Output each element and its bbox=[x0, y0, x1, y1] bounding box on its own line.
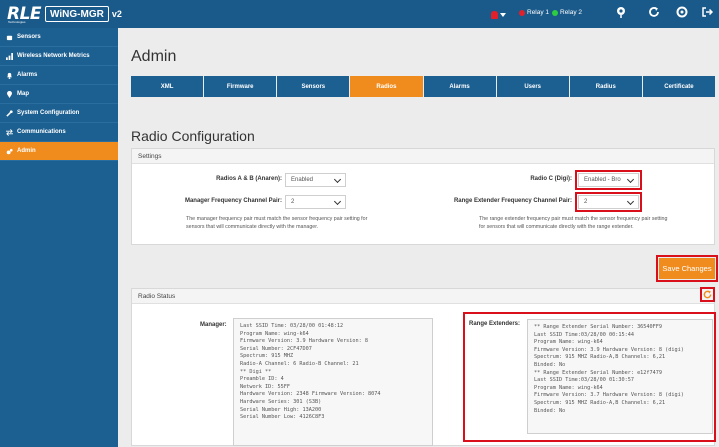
range-extenders-status-text: ** Range Extender Serial Number: 36540FF… bbox=[527, 319, 713, 434]
signal-bars-icon bbox=[6, 52, 13, 60]
manager-pair-label: Manager Frequency Channel Pair: bbox=[184, 198, 282, 204]
sidebar-item-label: Alarms bbox=[17, 72, 38, 78]
relay-2-status-dot bbox=[552, 9, 558, 16]
range-pair-select[interactable]: 2 bbox=[575, 192, 642, 212]
range-extenders-highlight: Range Extenders: ** Range Extender Seria… bbox=[463, 312, 716, 442]
top-bar: RLE Technologies WiNG-MGR v2 Relay 1 Rel… bbox=[0, 0, 719, 28]
logo-subtext: Technologies bbox=[8, 20, 26, 24]
tab-alarms[interactable]: Alarms bbox=[423, 76, 496, 97]
sidebar-item-wireless-network-metrics[interactable]: Wireless Network Metrics bbox=[0, 47, 118, 66]
sidebar-item-label: Map bbox=[17, 91, 29, 97]
sidebar-item-label: Admin bbox=[17, 148, 36, 154]
radio-c-label: Radio C (Digi): bbox=[530, 176, 572, 182]
relay-1-indicator: Relay 1 bbox=[519, 9, 549, 16]
page-title: Admin bbox=[131, 48, 177, 65]
radio-status-header: Radio Status bbox=[132, 289, 714, 304]
globe-marker-icon[interactable] bbox=[614, 6, 628, 20]
bell-icon bbox=[6, 72, 13, 79]
settings-panel-header: Settings bbox=[132, 149, 714, 164]
sidebar-item-admin[interactable]: Admin bbox=[0, 142, 118, 161]
tab-certificate[interactable]: Certificate bbox=[642, 76, 715, 97]
alarm-bell-dropdown[interactable] bbox=[491, 8, 511, 22]
relay-1-label: Relay 1 bbox=[527, 9, 550, 16]
wrench-icon bbox=[6, 109, 13, 117]
app-name: WiNG-MGR bbox=[45, 6, 109, 22]
range-pair-label: Range Extender Frequency Channel Pair: bbox=[453, 198, 572, 204]
sidebar-item-system-configuration[interactable]: System Configuration bbox=[0, 104, 118, 123]
admin-tabs: XML Firmware Sensors Radios Alarms Users… bbox=[131, 76, 715, 97]
manager-label: Manager: bbox=[200, 322, 227, 328]
logout-icon[interactable] bbox=[700, 6, 714, 20]
map-marker-icon bbox=[7, 90, 12, 98]
range-pair-value: 2 bbox=[584, 199, 588, 205]
sidebar-item-label: Communications bbox=[17, 129, 66, 135]
sidebar-item-label: System Configuration bbox=[17, 110, 80, 116]
range-help-text: The range extender frequency pair must m… bbox=[479, 216, 668, 230]
app-logo[interactable]: RLE Technologies WiNG-MGR v2 bbox=[7, 4, 122, 24]
manager-status-text: Last SSID Time: 03/28/00 01:48:12 Progra… bbox=[233, 318, 433, 446]
sidebar-item-label: Wireless Network Metrics bbox=[17, 53, 90, 59]
section-title: Radio Configuration bbox=[131, 128, 255, 144]
tab-firmware[interactable]: Firmware bbox=[204, 76, 277, 97]
chevron-down-icon bbox=[626, 197, 635, 206]
tab-sensors[interactable]: Sensors bbox=[277, 76, 350, 97]
refresh-icon bbox=[703, 290, 712, 299]
sidebar-item-communications[interactable]: Communications bbox=[0, 123, 118, 142]
caret-down-icon bbox=[500, 13, 506, 17]
relay-2-label: Relay 2 bbox=[560, 9, 583, 16]
chevron-down-icon bbox=[333, 197, 342, 206]
manager-help-text: The manager frequency pair must match th… bbox=[186, 216, 368, 230]
main-content: Admin XML Firmware Sensors Radios Alarms… bbox=[118, 28, 719, 447]
refresh-icon[interactable] bbox=[647, 6, 661, 20]
manager-pair-value: 2 bbox=[291, 199, 295, 205]
help-icon[interactable] bbox=[675, 6, 689, 20]
sidebar-item-sensors[interactable]: Sensors bbox=[0, 28, 118, 47]
sidebar: Sensors Wireless Network Metrics Alarms … bbox=[0, 28, 118, 447]
range-extenders-label: Range Extenders: bbox=[469, 321, 521, 327]
chevron-down-icon bbox=[333, 175, 342, 184]
relay-1-status-dot bbox=[519, 9, 525, 16]
sidebar-item-label: Sensors bbox=[17, 34, 41, 40]
tab-xml[interactable]: XML bbox=[131, 76, 204, 97]
gears-icon bbox=[6, 148, 13, 154]
arrows-icon bbox=[6, 128, 13, 136]
radios-ab-select[interactable]: Enabled bbox=[285, 173, 346, 187]
radio-c-value: Enabled - Bro bbox=[584, 177, 621, 183]
bell-icon bbox=[491, 11, 498, 19]
app-version: v2 bbox=[111, 9, 122, 19]
relay-2-indicator: Relay 2 bbox=[552, 9, 582, 16]
sidebar-item-map[interactable]: Map bbox=[0, 85, 118, 104]
refresh-status-button[interactable] bbox=[700, 287, 715, 302]
save-changes-button[interactable]: Save Changes bbox=[659, 258, 715, 279]
chevron-down-icon bbox=[626, 175, 635, 184]
settings-panel: Settings Radios A & B (Anaren): Enabled … bbox=[131, 148, 715, 245]
tab-radios[interactable]: Radios bbox=[350, 76, 423, 97]
tab-radius[interactable]: Radius bbox=[569, 76, 642, 97]
manager-pair-select[interactable]: 2 bbox=[285, 195, 346, 209]
sidebar-item-alarms[interactable]: Alarms bbox=[0, 66, 118, 85]
sensors-icon bbox=[6, 35, 13, 40]
radios-ab-value: Enabled bbox=[291, 177, 314, 183]
save-button-highlight: Save Changes bbox=[656, 255, 718, 282]
radio-c-select[interactable]: Enabled - Bro bbox=[575, 170, 642, 190]
tab-users[interactable]: Users bbox=[496, 76, 569, 97]
radios-ab-label: Radios A & B (Anaren): bbox=[216, 176, 282, 182]
